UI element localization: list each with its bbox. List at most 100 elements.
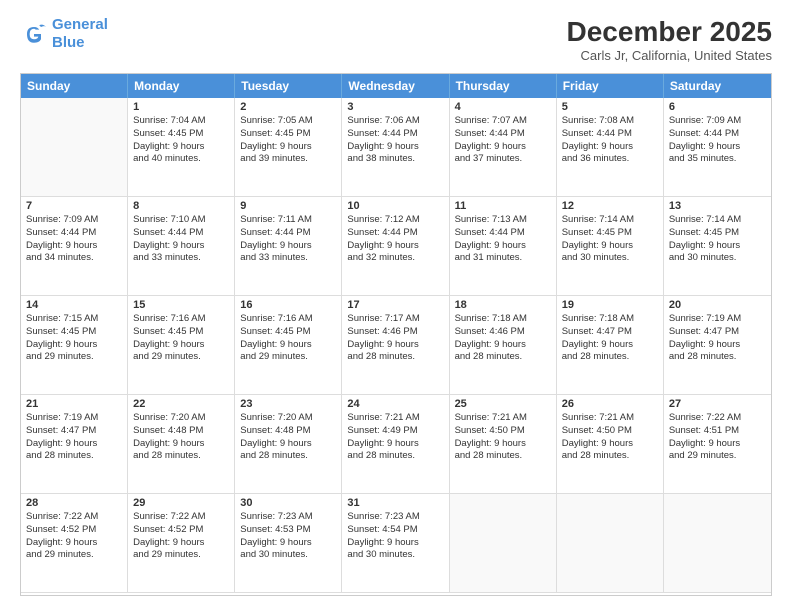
- calendar-day-12: 12Sunrise: 7:14 AMSunset: 4:45 PMDayligh…: [557, 197, 664, 296]
- sunset-line: Sunset: 4:44 PM: [562, 128, 658, 141]
- sunset-line: Sunset: 4:53 PM: [240, 524, 336, 537]
- day-number: 17: [347, 299, 443, 311]
- day-number: 8: [133, 200, 229, 212]
- calendar-day-20: 20Sunrise: 7:19 AMSunset: 4:47 PMDayligh…: [664, 296, 771, 395]
- daylight-value: and 28 minutes.: [669, 351, 766, 364]
- calendar-day-29: 29Sunrise: 7:22 AMSunset: 4:52 PMDayligh…: [128, 494, 235, 593]
- calendar-day-11: 11Sunrise: 7:13 AMSunset: 4:44 PMDayligh…: [450, 197, 557, 296]
- calendar-day-3: 3 Sunrise: 7:06 AMSunset: 4:44 PMDaylight…: [342, 98, 449, 197]
- sunrise-line: Sunrise: 7:21 AM: [455, 412, 551, 425]
- daylight-label: Daylight: 9 hours: [455, 240, 551, 253]
- header-day-tuesday: Tuesday: [235, 74, 342, 98]
- sunrise-line: Sunrise: 7:06 AM: [347, 115, 443, 128]
- daylight-value: and 36 minutes.: [562, 153, 658, 166]
- daylight-label: Daylight: 9 hours: [455, 141, 551, 154]
- calendar-day-26: 26Sunrise: 7:21 AMSunset: 4:50 PMDayligh…: [557, 395, 664, 494]
- daylight-value: and 28 minutes.: [562, 450, 658, 463]
- sunrise-line: Sunrise: 7:14 AM: [562, 214, 658, 227]
- calendar-day-18: 18Sunrise: 7:18 AMSunset: 4:46 PMDayligh…: [450, 296, 557, 395]
- sunrise-line: Sunrise: 7:19 AM: [26, 412, 122, 425]
- daylight-label: Daylight: 9 hours: [26, 438, 122, 451]
- sunset-line: Sunset: 4:48 PM: [133, 425, 229, 438]
- calendar-day-22: 22Sunrise: 7:20 AMSunset: 4:48 PMDayligh…: [128, 395, 235, 494]
- calendar-day-27: 27Sunrise: 7:22 AMSunset: 4:51 PMDayligh…: [664, 395, 771, 494]
- daylight-label: Daylight: 9 hours: [562, 438, 658, 451]
- header: General Blue December 2025 Carls Jr, Cal…: [20, 16, 772, 63]
- day-number: 30: [240, 497, 336, 509]
- daylight-label: Daylight: 9 hours: [669, 339, 766, 352]
- daylight-value: and 40 minutes.: [133, 153, 229, 166]
- daylight-label: Daylight: 9 hours: [240, 141, 336, 154]
- calendar: SundayMondayTuesdayWednesdayThursdayFrid…: [20, 73, 772, 596]
- day-number: 18: [455, 299, 551, 311]
- sunset-line: Sunset: 4:45 PM: [240, 128, 336, 141]
- calendar-day-30: 30Sunrise: 7:23 AMSunset: 4:53 PMDayligh…: [235, 494, 342, 593]
- sunset-line: Sunset: 4:47 PM: [26, 425, 122, 438]
- sunrise-line: Sunrise: 7:16 AM: [133, 313, 229, 326]
- header-day-friday: Friday: [557, 74, 664, 98]
- day-number: 4: [455, 101, 551, 113]
- calendar-day-14: 14Sunrise: 7:15 AMSunset: 4:45 PMDayligh…: [21, 296, 128, 395]
- calendar-day-21: 21Sunrise: 7:19 AMSunset: 4:47 PMDayligh…: [21, 395, 128, 494]
- daylight-label: Daylight: 9 hours: [240, 339, 336, 352]
- calendar-day-23: 23Sunrise: 7:20 AMSunset: 4:48 PMDayligh…: [235, 395, 342, 494]
- daylight-label: Daylight: 9 hours: [455, 339, 551, 352]
- sunrise-line: Sunrise: 7:18 AM: [562, 313, 658, 326]
- header-day-saturday: Saturday: [664, 74, 771, 98]
- sunrise-line: Sunrise: 7:08 AM: [562, 115, 658, 128]
- sunrise-line: Sunrise: 7:09 AM: [669, 115, 766, 128]
- daylight-value: and 28 minutes.: [347, 450, 443, 463]
- day-number: 3: [347, 101, 443, 113]
- day-number: 29: [133, 497, 229, 509]
- sunrise-line: Sunrise: 7:09 AM: [26, 214, 122, 227]
- page: General Blue December 2025 Carls Jr, Cal…: [0, 0, 792, 612]
- sunset-line: Sunset: 4:44 PM: [669, 128, 766, 141]
- daylight-label: Daylight: 9 hours: [347, 339, 443, 352]
- calendar-body: 1Sunrise: 7:04 AMSunset: 4:45 PMDaylight…: [21, 98, 771, 593]
- daylight-value: and 33 minutes.: [133, 252, 229, 265]
- sunrise-line: Sunrise: 7:20 AM: [240, 412, 336, 425]
- sunset-line: Sunset: 4:45 PM: [669, 227, 766, 240]
- day-number: 15: [133, 299, 229, 311]
- daylight-value: and 30 minutes.: [562, 252, 658, 265]
- calendar-day-24: 24 Sunrise: 7:21 AMSunset: 4:49 PMDayligh…: [342, 395, 449, 494]
- daylight-label: Daylight: 9 hours: [133, 240, 229, 253]
- day-number: 23: [240, 398, 336, 410]
- daylight-label: Daylight: 9 hours: [347, 141, 443, 154]
- daylight-value: and 31 minutes.: [455, 252, 551, 265]
- daylight-value: and 28 minutes.: [240, 450, 336, 463]
- daylight-value: and 28 minutes.: [562, 351, 658, 364]
- sunrise-line: Sunrise: 7:17 AM: [347, 313, 443, 326]
- day-number: 14: [26, 299, 122, 311]
- daylight-value: and 28 minutes.: [455, 351, 551, 364]
- sunrise-line: Sunrise: 7:19 AM: [669, 313, 766, 326]
- sunset-line: Sunset: 4:49 PM: [347, 425, 443, 438]
- calendar-day-28: 28Sunrise: 7:22 AMSunset: 4:52 PMDayligh…: [21, 494, 128, 593]
- sunset-line: Sunset: 4:51 PM: [669, 425, 766, 438]
- day-number: 24: [347, 398, 443, 410]
- calendar-day-15: 15Sunrise: 7:16 AMSunset: 4:45 PMDayligh…: [128, 296, 235, 395]
- day-number: 9: [240, 200, 336, 212]
- day-number: 28: [26, 497, 122, 509]
- sunset-line: Sunset: 4:44 PM: [455, 227, 551, 240]
- daylight-value: and 29 minutes.: [26, 549, 122, 562]
- sunset-line: Sunset: 4:50 PM: [562, 425, 658, 438]
- day-number: 2: [240, 101, 336, 113]
- day-number: 13: [669, 200, 766, 212]
- subtitle: Carls Jr, California, United States: [567, 48, 772, 63]
- daylight-value: and 32 minutes.: [347, 252, 443, 265]
- day-number: 31: [347, 497, 443, 509]
- daylight-label: Daylight: 9 hours: [669, 438, 766, 451]
- sunset-line: Sunset: 4:44 PM: [347, 128, 443, 141]
- sunset-line: Sunset: 4:45 PM: [240, 326, 336, 339]
- daylight-value: and 28 minutes.: [133, 450, 229, 463]
- daylight-label: Daylight: 9 hours: [455, 438, 551, 451]
- daylight-label: Daylight: 9 hours: [240, 240, 336, 253]
- daylight-label: Daylight: 9 hours: [133, 339, 229, 352]
- sunset-line: Sunset: 4:52 PM: [133, 524, 229, 537]
- daylight-label: Daylight: 9 hours: [347, 438, 443, 451]
- day-number: 7: [26, 200, 122, 212]
- daylight-value: and 29 minutes.: [240, 351, 336, 364]
- sunset-line: Sunset: 4:45 PM: [133, 128, 229, 141]
- sunrise-line: Sunrise: 7:21 AM: [347, 412, 443, 425]
